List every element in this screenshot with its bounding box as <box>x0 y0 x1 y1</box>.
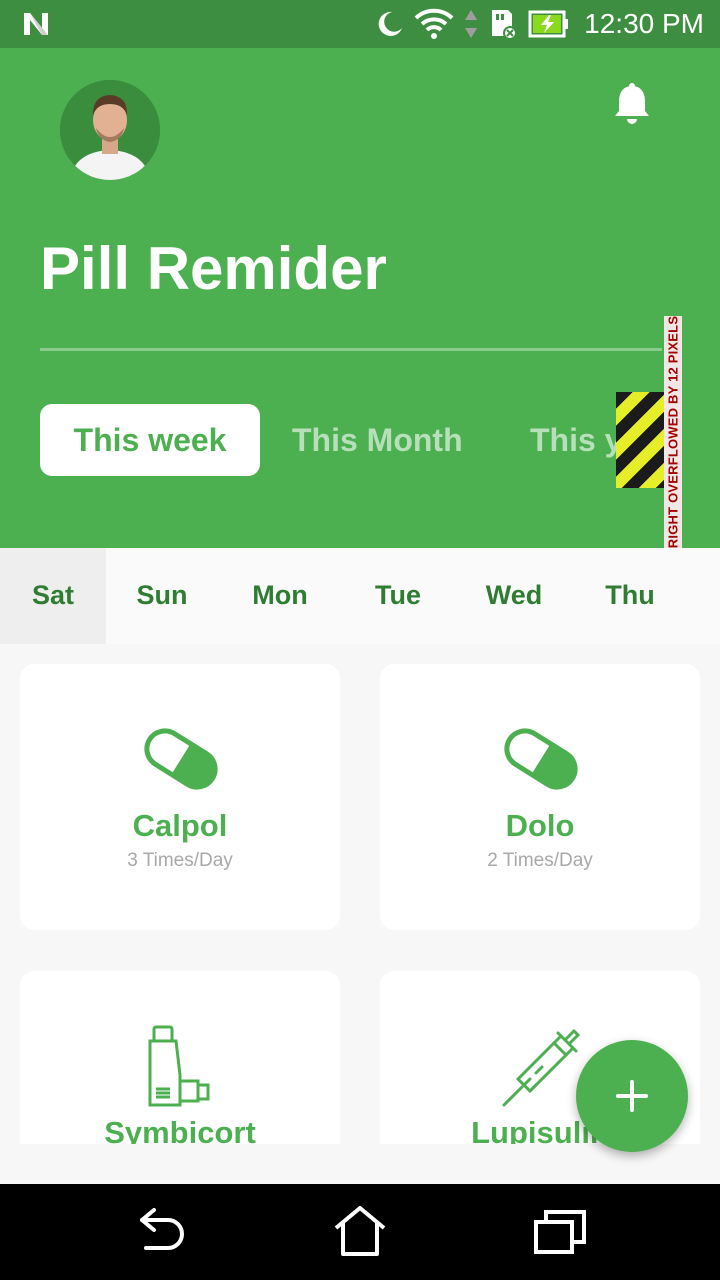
overflow-warning-stripe <box>616 392 664 488</box>
recents-icon[interactable] <box>532 1206 588 1258</box>
user-portrait-icon <box>60 80 160 180</box>
overflow-warning-text: RIGHT OVERFLOWED BY 12 PIXELS <box>665 315 681 548</box>
battery-charging-icon <box>528 10 568 38</box>
medicine-name: Calpol <box>132 808 228 843</box>
day-wed[interactable]: Wed <box>464 548 564 644</box>
tab-this-week[interactable]: This week <box>40 404 260 476</box>
avatar[interactable] <box>60 80 160 180</box>
bell-icon[interactable] <box>612 82 652 126</box>
medicine-card[interactable]: Dolo 2 Times/Day <box>380 664 700 930</box>
tab-this-year[interactable]: This year <box>530 404 616 476</box>
back-icon[interactable] <box>132 1206 188 1258</box>
n-logo-icon <box>24 13 48 35</box>
add-medicine-button[interactable] <box>576 1040 688 1152</box>
plus-icon <box>616 1080 648 1112</box>
wifi-icon <box>414 8 454 39</box>
page-title: Pill Remider <box>40 235 387 302</box>
day-thu[interactable]: Thu <box>580 548 680 644</box>
pill-capsule-icon <box>144 728 218 790</box>
day-selector: Sat Sun Mon Tue Wed Thu <box>0 548 720 644</box>
sd-card-icon <box>492 10 517 40</box>
tab-this-month[interactable]: This Month <box>292 404 463 476</box>
moon-icon <box>378 11 402 36</box>
medicine-frequency: 3 Times/Day <box>127 850 233 871</box>
data-arrows-icon <box>465 10 477 38</box>
status-icons <box>374 6 570 42</box>
medicine-name: Dolo <box>505 808 575 843</box>
home-icon[interactable] <box>332 1206 388 1258</box>
day-sun[interactable]: Sun <box>112 548 212 644</box>
overflow-warning: RIGHT OVERFLOWED BY 12 PIXELS <box>664 316 682 548</box>
status-bar: 12:30 PM <box>0 0 720 48</box>
app-header: Pill Remider This week This Month This y… <box>0 48 720 548</box>
medicine-name: Symbicort <box>104 1115 256 1144</box>
medicine-card[interactable]: Calpol 3 Times/Day <box>20 664 340 930</box>
day-mon[interactable]: Mon <box>230 548 330 644</box>
day-sat[interactable]: Sat <box>0 548 106 644</box>
medicine-card[interactable]: Symbicort <box>20 971 340 1144</box>
syringe-icon <box>502 1028 581 1107</box>
pill-capsule-icon <box>504 728 578 790</box>
inhaler-icon <box>148 1025 210 1107</box>
header-divider <box>40 348 662 351</box>
medicine-frequency: 2 Times/Day <box>487 850 593 871</box>
day-tue[interactable]: Tue <box>348 548 448 644</box>
status-time: 12:30 PM <box>584 8 704 39</box>
system-nav-bar <box>0 1184 720 1280</box>
